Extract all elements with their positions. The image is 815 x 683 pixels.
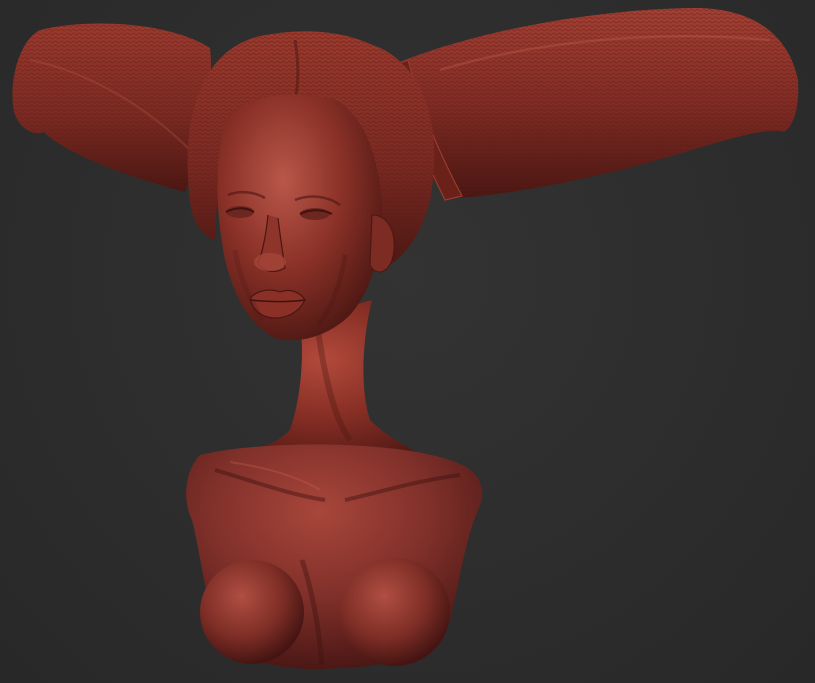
left-hair-lobe <box>12 23 211 192</box>
right-hair-lobe <box>391 8 799 201</box>
sculpted-bust-render <box>12 8 799 670</box>
viewport-canvas[interactable] <box>0 0 815 683</box>
